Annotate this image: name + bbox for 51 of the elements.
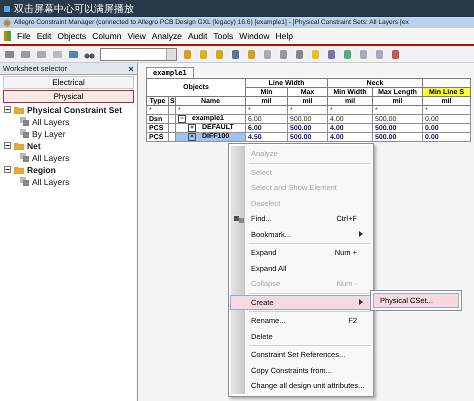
menu-item[interactable]: Help bbox=[275, 31, 293, 41]
toolbar-icon[interactable] bbox=[68, 48, 79, 60]
toolbar-icon[interactable] bbox=[36, 48, 47, 60]
app-icon bbox=[3, 18, 11, 26]
toolbar-icon[interactable] bbox=[294, 48, 305, 60]
collapse-icon[interactable] bbox=[4, 166, 11, 173]
menu-item[interactable]: Window bbox=[239, 31, 270, 41]
folder-icon bbox=[14, 166, 24, 174]
layers-icon bbox=[20, 153, 29, 162]
worksheet-button[interactable]: Physical bbox=[3, 90, 134, 103]
collapse-icon[interactable] bbox=[4, 142, 11, 149]
toolbar-icon[interactable] bbox=[342, 48, 353, 60]
toolbar-icon[interactable] bbox=[246, 48, 257, 60]
tree-item[interactable]: By Layer bbox=[32, 128, 66, 138]
menu-item[interactable]: Audit bbox=[188, 31, 208, 41]
toolbar-icon[interactable] bbox=[390, 48, 401, 60]
tree-item[interactable]: Physical Constraint Set bbox=[27, 104, 122, 114]
toolbar-icon[interactable] bbox=[230, 48, 241, 60]
window-icon bbox=[4, 6, 10, 12]
toolbar-icon[interactable] bbox=[4, 48, 15, 60]
worksheet-button[interactable]: Electrical bbox=[3, 76, 134, 89]
menu-item[interactable]: Objects bbox=[57, 31, 86, 41]
menu-item[interactable]: Analyze bbox=[152, 31, 182, 41]
menu-item[interactable]: Tools bbox=[213, 31, 234, 41]
toolbar-icon[interactable] bbox=[198, 48, 209, 60]
toolbar-icon[interactable] bbox=[326, 48, 337, 60]
menu-item[interactable]: View bbox=[127, 31, 146, 41]
collapse-icon[interactable] bbox=[4, 106, 11, 113]
layers-icon bbox=[20, 177, 29, 186]
toolbar-dropdown[interactable] bbox=[100, 48, 177, 60]
toolbar-icon[interactable] bbox=[278, 48, 289, 60]
toolbar-icon[interactable] bbox=[52, 48, 63, 60]
toolbar-icon[interactable] bbox=[214, 48, 225, 60]
folder-icon bbox=[14, 106, 24, 114]
close-icon[interactable] bbox=[128, 66, 134, 72]
tree-item[interactable]: All Layers bbox=[32, 116, 70, 126]
menu-item[interactable]: Column bbox=[92, 31, 122, 41]
toolbar-icon[interactable] bbox=[358, 48, 369, 60]
tree-item[interactable]: Net bbox=[27, 140, 41, 150]
menu-item[interactable]: Edit bbox=[36, 31, 52, 41]
toolbar-icon[interactable] bbox=[374, 48, 385, 60]
tree-item[interactable]: Region bbox=[27, 164, 56, 174]
toolbar-icon[interactable] bbox=[20, 48, 31, 60]
app-icon bbox=[4, 31, 11, 41]
toolbar-icon[interactable] bbox=[182, 48, 193, 60]
menu-item[interactable]: File bbox=[17, 31, 31, 41]
tree-item[interactable]: All Layers bbox=[32, 176, 70, 186]
tree-item[interactable]: All Layers bbox=[32, 152, 70, 162]
toolbar-icon[interactable] bbox=[262, 48, 273, 60]
folder-icon bbox=[14, 142, 24, 150]
screen-title: 双击屏幕中心可以满屏播放 bbox=[14, 2, 134, 16]
